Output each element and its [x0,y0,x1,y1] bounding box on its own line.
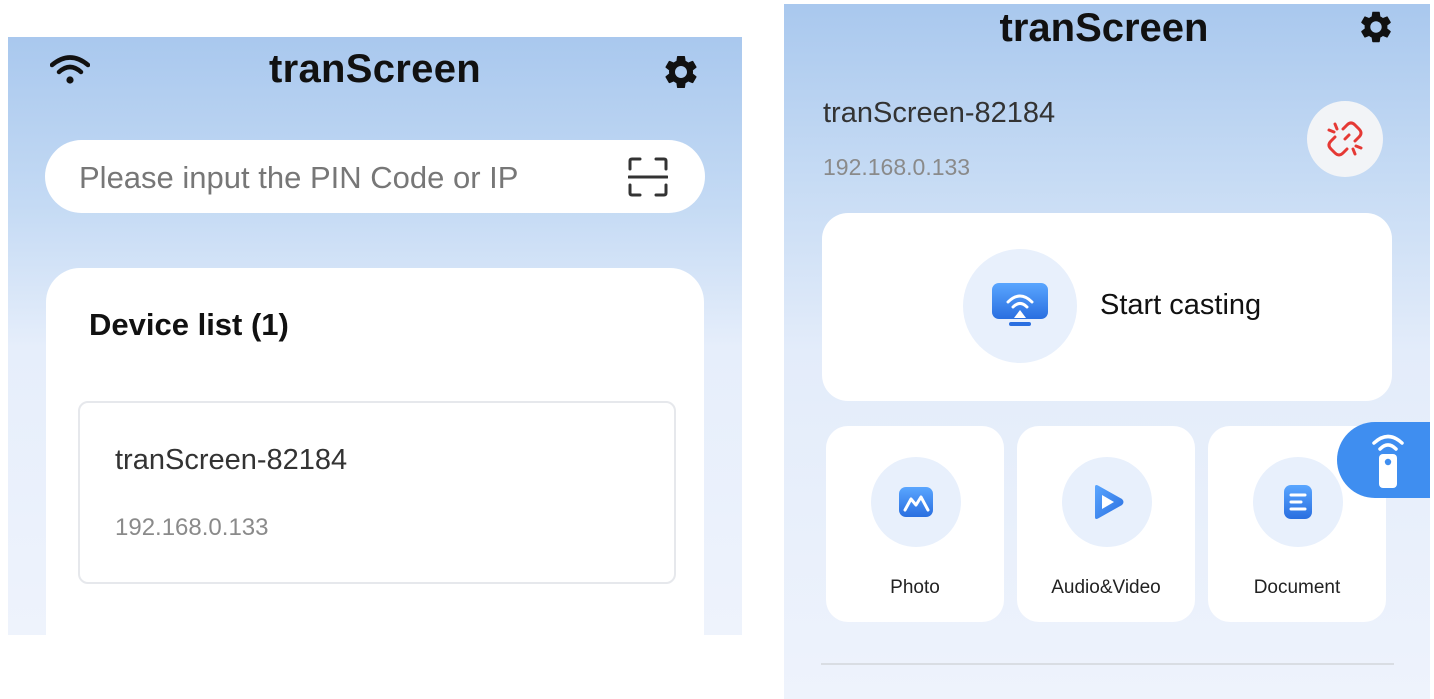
pin-search-box [45,140,705,215]
scan-icon[interactable] [627,157,669,197]
device-name: tranScreen-82184 [115,444,348,476]
pin-input[interactable] [77,140,601,215]
audio-video-label: Audio&Video [1051,577,1161,598]
photo-icon-circle [871,457,961,547]
audio-video-icon-circle [1062,457,1152,547]
cast-icon-circle [963,249,1077,363]
document-icon-circle [1253,457,1343,547]
device-ip: 192.168.0.133 [115,514,269,541]
device-discovery-screen: tranScreen Device list (1) tranScreen-82… [8,37,742,635]
start-casting-label: Start casting [1100,289,1262,321]
cast-icon [992,283,1048,326]
photo-tile[interactable]: Photo [826,426,1004,622]
photo-icon [899,487,933,517]
disconnect-button[interactable] [1307,101,1383,177]
app-title: tranScreen [269,47,481,91]
remote-icon [1372,434,1404,488]
connected-device-name: tranScreen-82184 [823,97,1056,129]
device-list-panel: Device list (1) tranScreen-82184 192.168… [46,268,704,635]
gear-icon[interactable] [1357,8,1395,46]
photo-label: Photo [890,577,940,598]
connected-device-screen: tranScreen tranScreen-82184 192.168.0.13… [784,4,1430,699]
device-list-heading: Device list (1) [89,307,289,342]
audio-video-tile[interactable]: Audio&Video [1017,426,1195,622]
remote-control-button[interactable] [1337,422,1430,498]
device-list-item[interactable]: tranScreen-82184 192.168.0.133 [78,401,676,584]
connected-device-ip: 192.168.0.133 [823,154,971,180]
divider [821,663,1394,665]
app-title: tranScreen [999,6,1209,50]
gear-icon[interactable] [661,52,701,92]
broken-link-icon [1327,121,1363,157]
start-casting-button[interactable]: Start casting [822,213,1392,401]
document-label: Document [1253,577,1341,598]
document-icon [1284,485,1312,519]
play-icon [1095,485,1124,519]
